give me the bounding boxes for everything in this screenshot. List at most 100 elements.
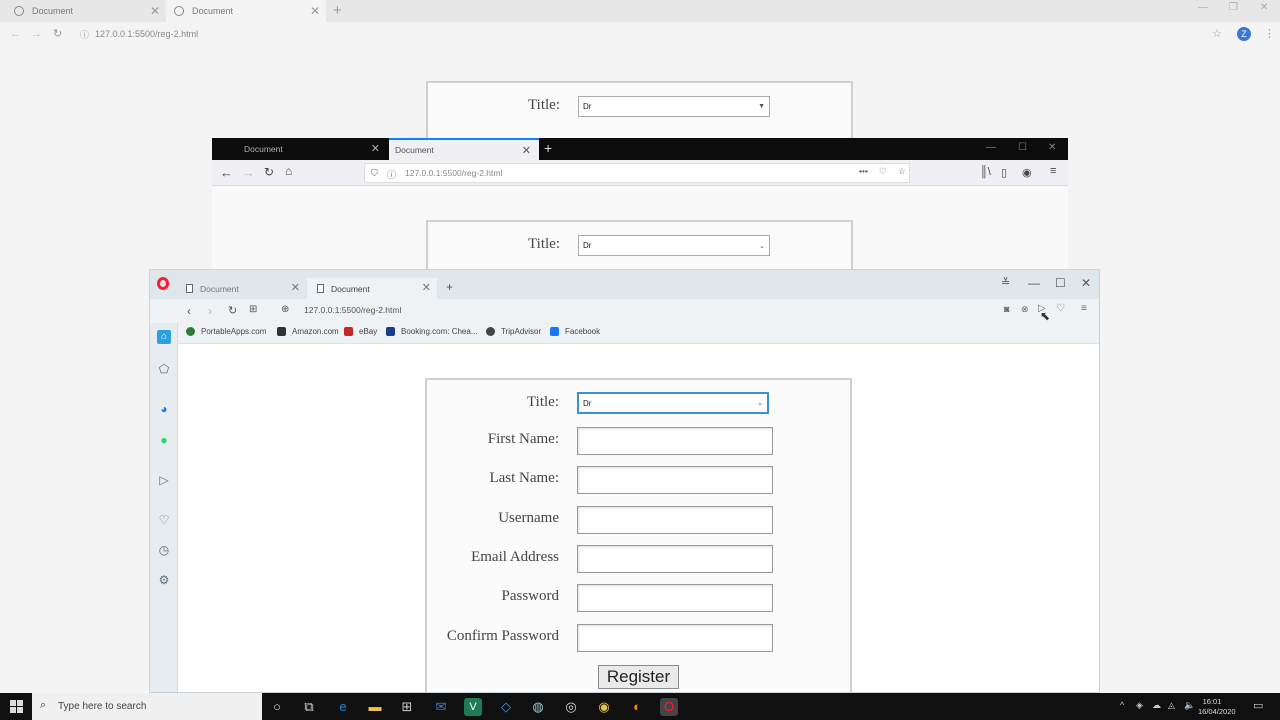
menu-icon[interactable]: ≡	[1081, 303, 1087, 314]
onedrive-icon[interactable]: ☁	[1152, 700, 1161, 711]
first-name-input[interactable]	[577, 427, 773, 455]
home-icon[interactable]: ⌂	[157, 330, 171, 344]
speed-dial-icon[interactable]: ⬠	[157, 362, 171, 376]
history-icon[interactable]: ◷	[157, 543, 171, 557]
store-icon[interactable]: ⊞	[398, 698, 416, 716]
firefox-tab-2[interactable]: Document ✕	[389, 138, 539, 160]
vscode-icon[interactable]: ◇	[497, 698, 515, 716]
reload-icon[interactable]: ↻	[228, 304, 237, 317]
close-window-button[interactable]: ✕	[1048, 142, 1056, 153]
opera-tab-2[interactable]: Document ✕	[307, 278, 437, 299]
minimize-button[interactable]: —	[1198, 2, 1208, 13]
title-select[interactable]: Dr ▼	[578, 96, 770, 117]
settings-gear-icon[interactable]: ⚙	[157, 573, 171, 587]
back-icon[interactable]: ←	[10, 28, 21, 40]
back-icon[interactable]: ‹	[187, 304, 191, 318]
bookmark-star-icon[interactable]: ☆	[1212, 27, 1222, 40]
library-icon[interactable]: ║\	[980, 166, 991, 178]
register-button[interactable]: Register	[598, 665, 679, 689]
pocket-icon[interactable]: ♡	[879, 166, 887, 177]
task-view-icon[interactable]: ⧉	[300, 698, 318, 716]
reload-icon[interactable]: ↻	[264, 165, 274, 179]
bookmark-portableapps[interactable]: PortableApps.com	[186, 327, 266, 336]
chrome-tab-2[interactable]: Document ✕	[166, 0, 326, 22]
messenger-icon[interactable]: ◕	[157, 402, 171, 416]
app-icon[interactable]: ◍	[529, 698, 547, 716]
forward-icon[interactable]: →	[242, 165, 255, 180]
edge-icon[interactable]: e	[334, 698, 352, 716]
email-input[interactable]	[577, 545, 773, 573]
notifications-icon[interactable]: ▭	[1253, 699, 1263, 712]
bookmark-ebay[interactable]: eBay	[344, 327, 377, 336]
menu-icon[interactable]: ⋮	[1264, 27, 1275, 40]
forward-icon[interactable]: ›	[208, 304, 212, 318]
close-icon[interactable]: ✕	[150, 4, 160, 18]
sidebar-toggle-icon[interactable]: ▯	[1001, 166, 1007, 179]
vim-icon[interactable]: V	[464, 698, 482, 716]
confirm-password-input[interactable]	[577, 624, 773, 652]
adblock-icon[interactable]: ⊗	[1021, 304, 1029, 315]
password-input[interactable]	[577, 584, 773, 612]
maximize-button[interactable]: ☐	[1018, 142, 1027, 153]
taskbar-search-box[interactable]: ⌕ Type here to search	[32, 693, 262, 720]
minimize-button[interactable]: —	[1028, 276, 1040, 290]
bookmark-booking[interactable]: Booking.com: Chea...	[386, 327, 477, 336]
more-actions-icon[interactable]: •••	[859, 166, 868, 176]
home-icon[interactable]: ⌂	[285, 164, 292, 178]
new-tab-button[interactable]: +	[544, 140, 552, 156]
send-icon[interactable]: ▷	[157, 473, 171, 487]
whatsapp-icon[interactable]: ●	[157, 433, 171, 447]
file-explorer-icon[interactable]: ▬	[366, 698, 384, 716]
close-window-button[interactable]: ✕	[1260, 2, 1268, 13]
firefox-tab-1[interactable]: Document ✕	[212, 138, 388, 160]
opera-tab-1[interactable]: Document ✕	[176, 278, 306, 299]
close-icon[interactable]: ✕	[422, 281, 431, 294]
show-hidden-icons[interactable]: ^	[1120, 700, 1124, 710]
tab-menu-icon[interactable]: ≚	[1001, 276, 1010, 289]
cortana-icon[interactable]: ○	[268, 698, 286, 716]
bookmark-facebook[interactable]: Facebook	[550, 327, 600, 336]
bookmark-star-icon[interactable]: ☆	[898, 166, 906, 177]
volume-icon[interactable]: 🔈	[1184, 700, 1195, 711]
github-icon[interactable]: ◎	[562, 698, 580, 716]
tabs-grid-icon[interactable]: ⊞	[249, 304, 257, 315]
close-icon[interactable]: ✕	[291, 281, 300, 294]
username-input[interactable]	[577, 506, 773, 534]
new-tab-button[interactable]: +	[333, 2, 342, 19]
opera-icon[interactable]: O	[660, 698, 678, 716]
network-icon[interactable]: ◬	[1168, 700, 1175, 711]
close-icon[interactable]: ✕	[310, 4, 320, 18]
title-select[interactable]: Dr ⌄	[577, 392, 769, 414]
app-tray-icon[interactable]: ◈	[1136, 700, 1143, 711]
firefox-icon[interactable]: ◐	[628, 698, 646, 716]
restore-button[interactable]: ❐	[1229, 2, 1238, 13]
bookmark-amazon[interactable]: Amazon.com	[277, 327, 339, 336]
account-icon[interactable]: ◉	[1022, 166, 1032, 179]
new-tab-button[interactable]: +	[446, 280, 453, 294]
back-icon[interactable]: ←	[220, 165, 233, 180]
heart-icon[interactable]: ♡	[157, 513, 171, 527]
close-icon[interactable]: ✕	[522, 144, 531, 157]
snapshot-icon[interactable]: ◙	[1004, 304, 1009, 314]
heart-icon[interactable]: ♡	[1056, 303, 1065, 314]
bookmark-tripadvisor[interactable]: TripAdvisor	[486, 327, 541, 336]
chrome-tab-1[interactable]: Document ✕	[6, 0, 166, 22]
close-window-button[interactable]: ✕	[1081, 276, 1091, 290]
close-icon[interactable]: ✕	[371, 142, 380, 155]
firefox-url-bar[interactable]: ⛉ ⓘ 127.0.0.1:5500/reg-2.html ••• ♡ ☆	[364, 163, 910, 183]
profile-avatar[interactable]: Z	[1237, 27, 1251, 41]
last-name-input[interactable]	[577, 466, 773, 494]
opera-url[interactable]: 127.0.0.1:5500/reg-2.html	[304, 305, 401, 315]
menu-icon[interactable]: ≡	[1050, 165, 1056, 177]
taskbar-clock[interactable]: 16:01 16/04/2020	[1198, 697, 1236, 717]
minimize-button[interactable]: —	[986, 142, 996, 153]
reload-icon[interactable]: ↻	[53, 27, 62, 40]
mail-icon[interactable]: ✉	[432, 698, 450, 716]
title-select[interactable]: Dr ⌄	[578, 235, 770, 256]
chrome-icon[interactable]: ◉	[595, 698, 613, 716]
maximize-button[interactable]: ☐	[1055, 276, 1066, 290]
forward-icon[interactable]: →	[31, 28, 42, 40]
opera-logo-icon[interactable]	[157, 277, 169, 290]
chrome-url[interactable]: 127.0.0.1:5500/reg-2.html	[95, 29, 198, 39]
windows-start-icon[interactable]	[10, 700, 23, 713]
